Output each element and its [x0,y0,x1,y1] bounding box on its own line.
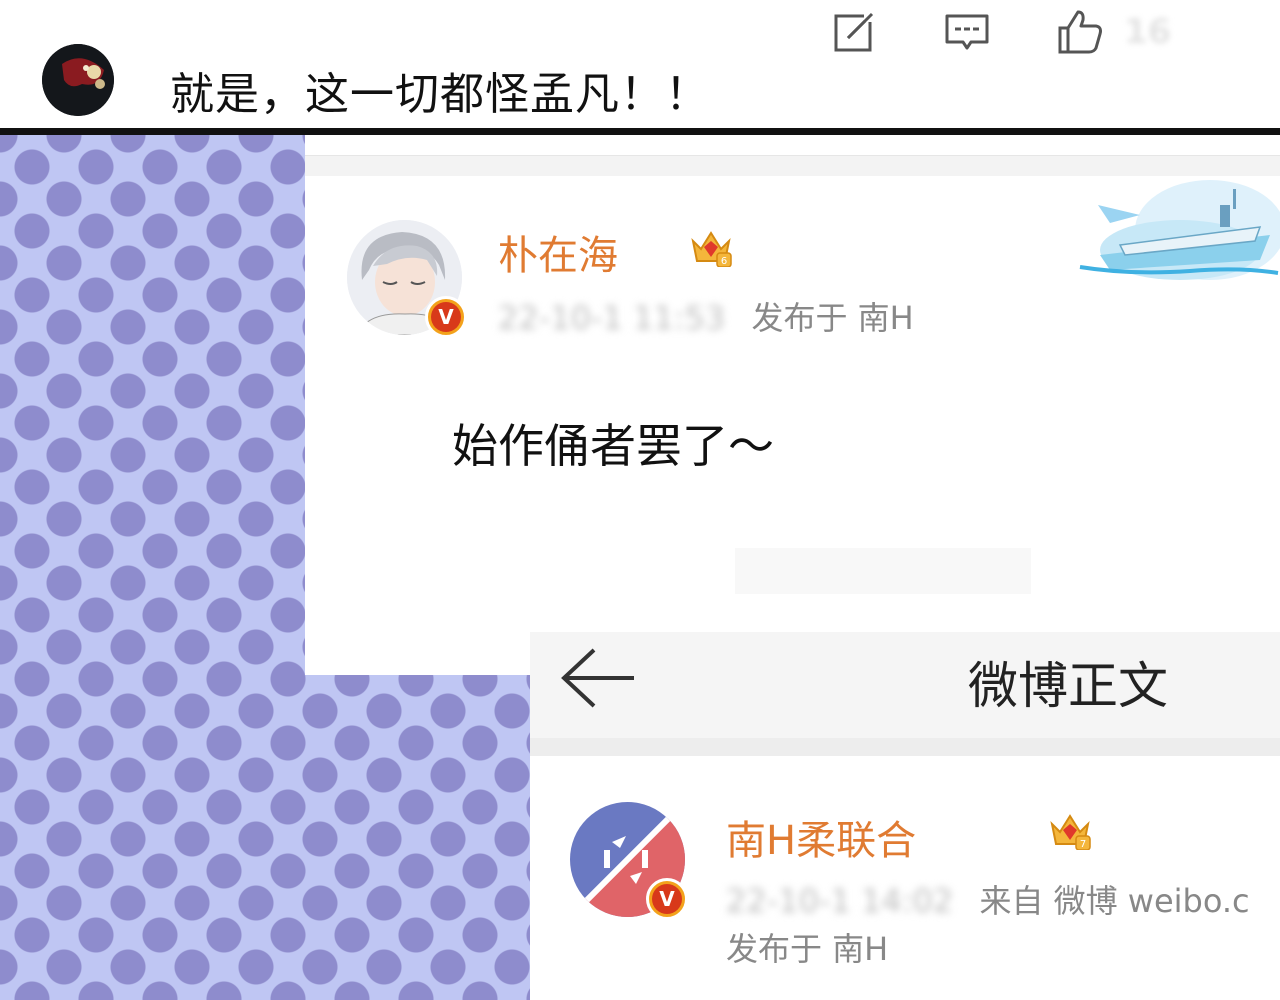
like-icon[interactable] [1054,6,1106,58]
post-source: 来自 微博 weibo.c [979,882,1250,920]
share-icon[interactable] [828,6,880,58]
post-location: 发布于 南H [751,299,914,337]
svg-text:6: 6 [721,256,727,267]
like-count: 16 [1124,12,1172,52]
page-title: 微博正文 [968,657,1168,715]
card-top-strip [305,155,1280,176]
commenter-avatar[interactable] [42,44,114,116]
post-meta: 22-10-1 14:02 来自 微博 weibo.c [726,876,1250,922]
post-body: 始作俑者罢了～ [452,419,774,473]
post-timestamp: 22-10-1 14:02 [726,882,954,920]
post-detail-page: 微博正文 V 南H柔联合 7 22-10-1 14:02 来自 微博 weibo… [530,632,1280,1000]
post-username[interactable]: 南H柔联合 [726,808,916,866]
post-timestamp: 22-10-1 11:53 [498,299,726,337]
vip-crown-icon: 7 [1050,814,1091,850]
user-avatar[interactable]: V [347,220,467,338]
comment-icon[interactable] [941,6,993,58]
header-separator [530,738,1280,756]
verified-badge: V [425,296,467,338]
divider-line [0,128,1280,135]
comment-text: 就是，这一切都怪孟凡！！ [170,69,710,120]
post-card-1: V 朴在海 6 22-10-1 11:53 发布于 南H 始作俑者罢了～ [305,135,1280,675]
svg-text:7: 7 [1080,839,1086,850]
back-arrow-icon[interactable] [558,640,638,710]
comment-bar: 就是，这一切都怪孟凡！！ 16 [0,0,1280,128]
post-meta: 22-10-1 11:53 发布于 南H [498,293,914,339]
user-avatar[interactable]: V [570,802,688,920]
blurred-area [735,548,1031,594]
vip-crown-icon: 6 [691,231,732,267]
detail-header: 微博正文 [530,632,1280,738]
card-decoration-ship [1079,180,1280,280]
verified-badge: V [646,878,688,920]
post-username[interactable]: 朴在海 [498,223,618,281]
post-location: 发布于 南H [726,930,889,968]
